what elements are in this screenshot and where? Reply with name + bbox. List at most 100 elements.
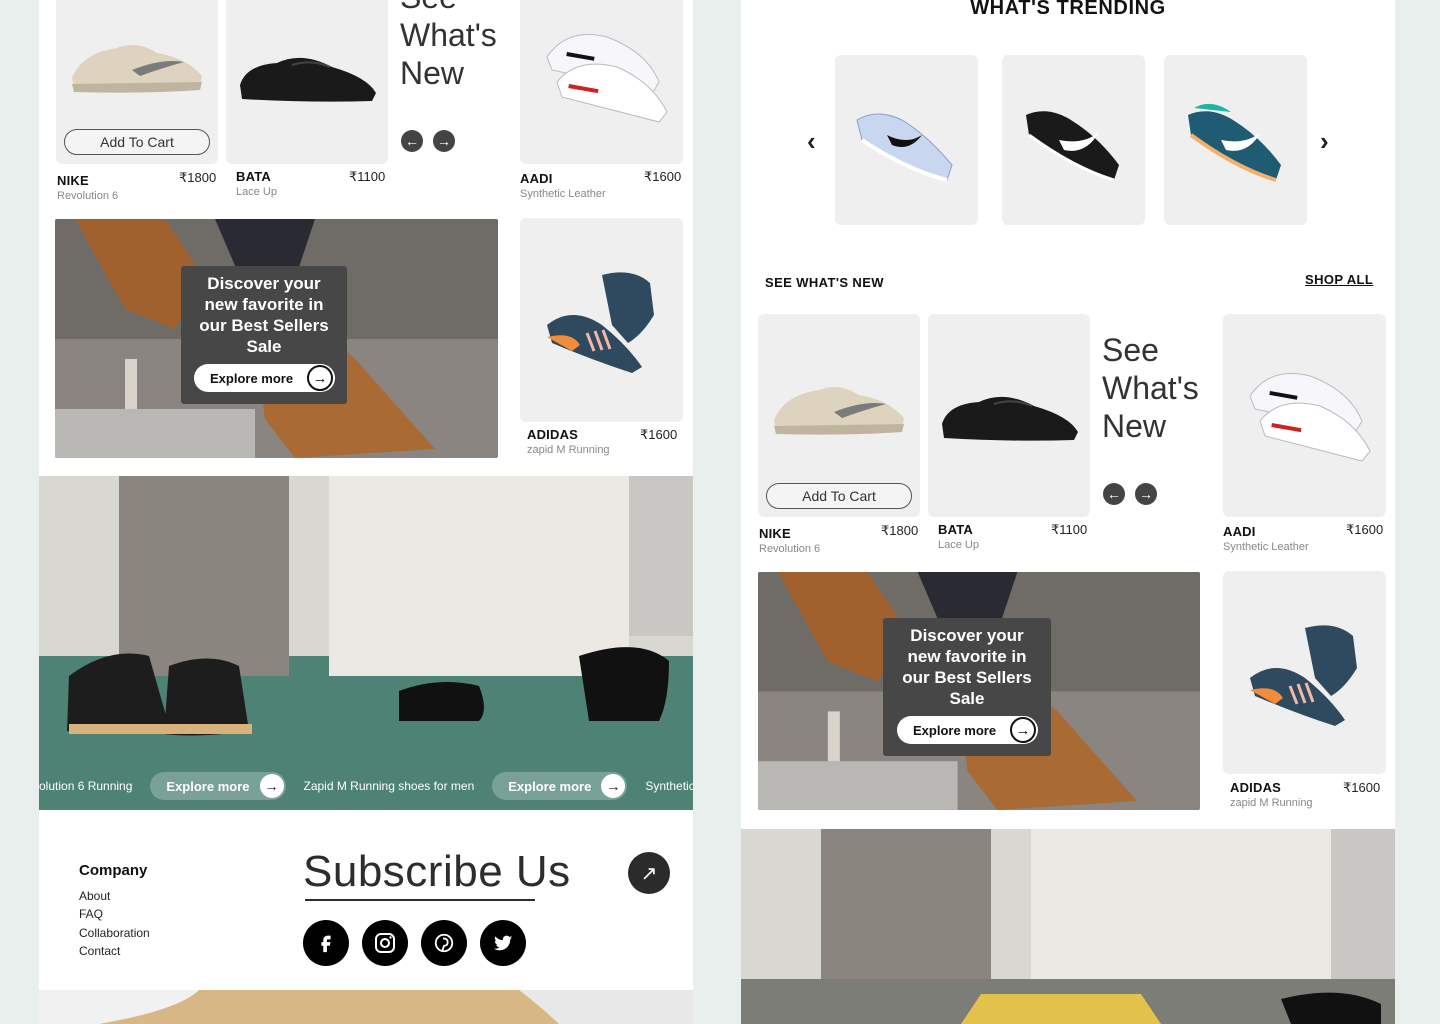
footer-link-contact[interactable]: Contact (79, 944, 120, 958)
brand-name: ADIDAS (527, 427, 579, 442)
arrow-right-icon: → (259, 774, 284, 798)
carousel-next-icon[interactable]: › (1320, 126, 1329, 157)
arrow-right-icon: → (1010, 717, 1036, 743)
trending-card-3[interactable] (1164, 55, 1307, 225)
price: ₹1800 (881, 523, 919, 538)
ticker-item: Zapid M Running shoes for men (303, 779, 475, 793)
bottom-shoes-photo (39, 990, 693, 1024)
brand-name: ADIDAS (1230, 780, 1282, 795)
best-sellers-banner: Discover your new favorite in our Best S… (758, 572, 1200, 810)
model-name: zapid M Running (1230, 797, 1313, 809)
price: ₹1600 (1346, 522, 1384, 537)
footer-link-about[interactable]: About (79, 889, 110, 903)
facebook-icon[interactable] (303, 920, 349, 966)
promo-box: Discover your new favorite in our Best S… (883, 618, 1051, 756)
explore-more-label: Explore more (913, 722, 997, 738)
promo-text: Discover your new favorite in our Best S… (902, 626, 1032, 708)
lifestyle-banner: olution 6 Running Explore more → Zapid M… (39, 476, 693, 810)
formal-shoe-image (240, 57, 376, 102)
twitter-icon[interactable] (480, 920, 526, 966)
shop-all-link[interactable]: SHOP ALL (1305, 272, 1373, 287)
sneaker-image-adidas (1249, 624, 1357, 726)
product-card-nike[interactable]: Add To Cart (758, 314, 920, 517)
couple-walking-photo (741, 829, 1395, 1024)
see-whats-new-heading: See What's New (1102, 332, 1199, 444)
explore-more-label: Explore more (508, 778, 592, 794)
add-to-cart-button[interactable]: Add To Cart (64, 129, 210, 155)
product-card-bata[interactable] (928, 314, 1090, 517)
brand-name: BATA (938, 522, 973, 537)
price: ₹1600 (644, 169, 682, 184)
model-name: Synthetic Leather (520, 188, 606, 200)
product-card-nike[interactable]: Add To Cart (56, 0, 218, 164)
explore-more-button[interactable]: Explore more → (897, 716, 1038, 744)
arrow-right-icon: → (307, 365, 333, 391)
left-page-preview: Add To Cart NIKE Revolution 6 ₹1800 BATA… (39, 0, 693, 1024)
price: ₹1800 (179, 170, 217, 185)
sneaker-image-blue (855, 113, 953, 182)
product-card-aadi[interactable] (520, 0, 683, 164)
model-name: zapid M Running (527, 444, 610, 456)
subscribe-underline (305, 899, 535, 901)
product-card-aadi[interactable] (1223, 314, 1386, 517)
explore-more-button[interactable]: Explore more → (194, 364, 335, 392)
best-sellers-banner: Discover your new favorite in our Best S… (55, 219, 498, 458)
sneaker-image-teal (1187, 103, 1281, 182)
sneaker-image-nike (72, 45, 202, 93)
brand-name: AADI (1223, 524, 1256, 539)
model-name: Lace Up (938, 539, 979, 551)
product-card-adidas[interactable] (520, 218, 683, 422)
model-name: Synthetic Leather (1223, 541, 1309, 553)
right-page-preview: WHAT'S TRENDING ‹ › SEE WHAT'S NEW SHOP … (741, 0, 1395, 1024)
price: ₹1100 (1051, 522, 1088, 537)
product-card-adidas[interactable] (1223, 571, 1386, 774)
explore-more-button[interactable]: Explore more → (492, 772, 628, 800)
subscribe-heading: Subscribe Us (303, 847, 571, 896)
subscribe-arrow-icon[interactable]: ↗ (628, 852, 670, 894)
lifestyle-banner (741, 829, 1395, 1024)
model-name: Revolution 6 (57, 190, 119, 202)
sneaker-image-aadi (1248, 372, 1371, 462)
explore-more-label: Explore more (210, 370, 294, 386)
price: ₹1100 (349, 169, 386, 184)
carousel-prev-icon[interactable]: ‹ (807, 126, 816, 157)
pinterest-icon[interactable] (421, 920, 467, 966)
add-to-cart-button[interactable]: Add To Cart (766, 483, 912, 509)
next-arrow-icon[interactable]: → (433, 130, 455, 152)
trending-card-2[interactable] (1002, 55, 1145, 225)
ticker-item: Synthetic L (645, 779, 693, 793)
next-arrow-icon[interactable]: → (1135, 483, 1157, 505)
model-name: Lace Up (236, 186, 277, 198)
footer-link-faq[interactable]: FAQ (79, 907, 103, 921)
sneaker-image-adidas (546, 272, 654, 373)
promo-text: Discover your new favorite in our Best S… (199, 274, 329, 356)
brand-name: BATA (236, 169, 271, 184)
brand-name: NIKE (759, 526, 791, 541)
see-whats-new-label: SEE WHAT'S NEW (765, 275, 884, 290)
whats-trending-heading: WHAT'S TRENDING (970, 0, 1166, 19)
instagram-icon[interactable] (362, 920, 408, 966)
model-name: Revolution 6 (759, 543, 821, 555)
product-card-bata[interactable] (226, 0, 388, 164)
ticker-item: olution 6 Running (39, 779, 133, 793)
explore-more-label: Explore more (166, 778, 250, 794)
brand-name: AADI (520, 171, 553, 186)
price: ₹1600 (1343, 780, 1381, 795)
product-ticker: olution 6 Running Explore more → Zapid M… (39, 772, 693, 800)
sneaker-image-black (1025, 111, 1119, 182)
arrow-right-icon: → (601, 774, 626, 798)
footer-company-title: Company (79, 862, 148, 879)
price: ₹1600 (640, 427, 678, 442)
trending-card-1[interactable] (835, 55, 978, 225)
see-whats-new-heading: See What's New (400, 0, 497, 91)
explore-more-button[interactable]: Explore more → (150, 772, 286, 800)
sneaker-image-nike (774, 387, 904, 436)
promo-box: Discover your new favorite in our Best S… (181, 266, 347, 404)
prev-arrow-icon[interactable]: ← (401, 130, 423, 152)
sneaker-image-aadi (545, 34, 668, 123)
prev-arrow-icon[interactable]: ← (1103, 483, 1125, 505)
couple-walking-photo (39, 476, 693, 810)
brand-name: NIKE (57, 173, 89, 188)
footer-link-collaboration[interactable]: Collaboration (79, 926, 150, 940)
formal-shoe-image (942, 396, 1078, 441)
